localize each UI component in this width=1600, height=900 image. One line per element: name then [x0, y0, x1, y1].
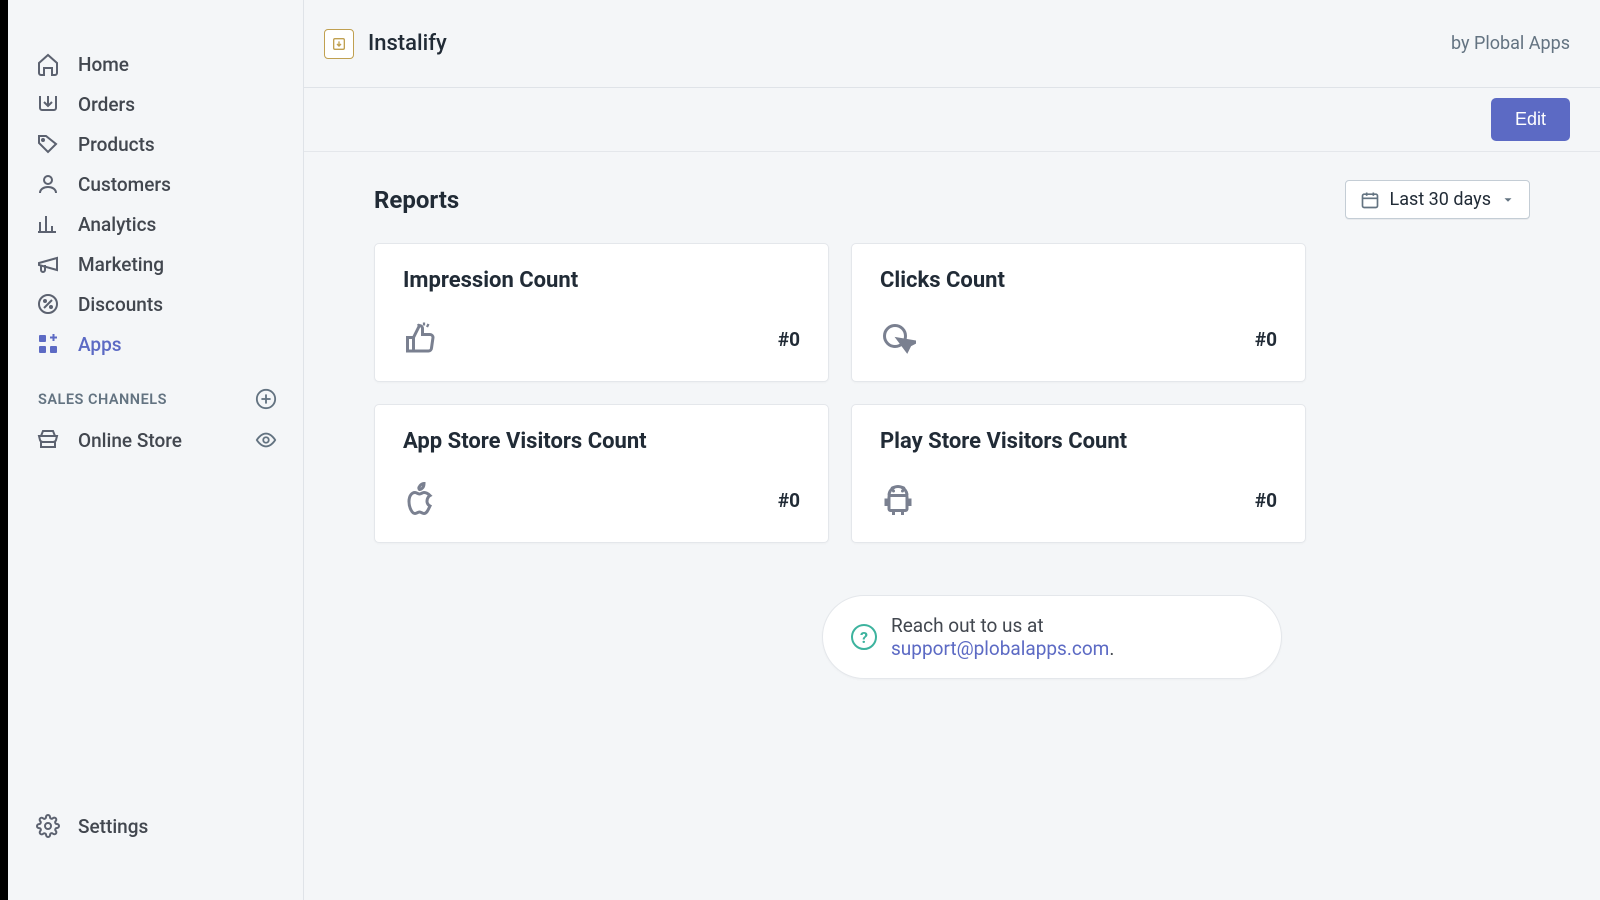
nav-orders-label: Orders [78, 93, 135, 116]
card-play-store-visitors: Play Store Visitors Count #0 [851, 404, 1306, 543]
nav-analytics-label: Analytics [78, 213, 156, 236]
date-range-label: Last 30 days [1390, 189, 1491, 210]
chevron-down-icon [1501, 193, 1515, 207]
online-store-icon [36, 428, 60, 452]
view-store-icon[interactable] [255, 429, 277, 451]
thumbs-up-icon [403, 321, 439, 357]
products-icon [36, 132, 60, 156]
card-impression-count: Impression Count #0 [374, 243, 829, 382]
main-content: Instalify by Plobal Apps Edit Reports La… [304, 0, 1600, 850]
card-app-store-visitors: App Store Visitors Count #0 [374, 404, 829, 543]
nav-apps[interactable]: Apps [8, 324, 303, 364]
app-title: Instalify [368, 31, 447, 56]
support-prefix: Reach out to us at [891, 614, 1044, 637]
channel-online-store-label: Online Store [78, 429, 237, 452]
orders-icon [36, 92, 60, 116]
nav-customers[interactable]: Customers [8, 164, 303, 204]
nav-apps-label: Apps [78, 333, 122, 356]
card-value: #0 [1255, 328, 1277, 351]
support-email-link[interactable]: support@plobalapps.com [891, 637, 1109, 660]
discounts-icon [36, 292, 60, 316]
window-edge [0, 0, 8, 900]
nav-analytics[interactable]: Analytics [8, 204, 303, 244]
customers-icon [36, 172, 60, 196]
support-banner: ? Reach out to us at support@plobalapps.… [822, 595, 1282, 679]
support-text: Reach out to us at support@plobalapps.co… [891, 614, 1253, 660]
sales-channels-label: SALES CHANNELS [38, 391, 167, 408]
topbar-left: Instalify [324, 29, 447, 59]
channel-online-store[interactable]: Online Store [8, 420, 303, 460]
settings-icon [36, 814, 60, 838]
card-title: Impression Count [403, 268, 800, 293]
nav-products-label: Products [78, 133, 155, 156]
app-logo [324, 29, 354, 59]
home-icon [36, 52, 60, 76]
android-icon [880, 482, 916, 518]
analytics-icon [36, 212, 60, 236]
card-value: #0 [1255, 489, 1277, 512]
apple-icon [403, 482, 439, 518]
nav-discounts-label: Discounts [78, 293, 163, 316]
nav-home[interactable]: Home [8, 44, 303, 84]
nav-customers-label: Customers [78, 173, 171, 196]
add-channel-icon[interactable] [255, 388, 277, 410]
nav-settings[interactable]: Settings [8, 806, 304, 846]
edit-button[interactable]: Edit [1491, 98, 1570, 141]
calendar-icon [1360, 190, 1380, 210]
reports-title: Reports [374, 186, 459, 214]
reports-header: Reports Last 30 days [374, 180, 1530, 219]
editbar: Edit [304, 88, 1600, 152]
app-byline: by Plobal Apps [1451, 33, 1570, 54]
nav-settings-label: Settings [78, 815, 148, 838]
content: Reports Last 30 days Impression Count #0… [304, 152, 1600, 679]
marketing-icon [36, 252, 60, 276]
nav-discounts[interactable]: Discounts [8, 284, 303, 324]
card-title: App Store Visitors Count [403, 429, 800, 454]
nav-home-label: Home [78, 53, 129, 76]
help-icon: ? [851, 624, 877, 650]
nav-marketing-label: Marketing [78, 253, 164, 276]
report-cards: Impression Count #0 Clicks Count #0 App … [374, 243, 1306, 543]
card-title: Clicks Count [880, 268, 1277, 293]
card-value: #0 [778, 328, 800, 351]
click-icon [880, 321, 916, 357]
support-suffix: . [1109, 637, 1114, 660]
apps-icon [36, 332, 60, 356]
nav-marketing[interactable]: Marketing [8, 244, 303, 284]
card-clicks-count: Clicks Count #0 [851, 243, 1306, 382]
topbar: Instalify by Plobal Apps [304, 0, 1600, 88]
sales-channels-header: SALES CHANNELS [8, 364, 303, 420]
nav-orders[interactable]: Orders [8, 84, 303, 124]
nav-products[interactable]: Products [8, 124, 303, 164]
sidebar: Home Orders Products Customers Analytics… [8, 0, 304, 900]
card-value: #0 [778, 489, 800, 512]
date-range-picker[interactable]: Last 30 days [1345, 180, 1530, 219]
app-logo-icon [331, 36, 347, 52]
card-title: Play Store Visitors Count [880, 429, 1277, 454]
